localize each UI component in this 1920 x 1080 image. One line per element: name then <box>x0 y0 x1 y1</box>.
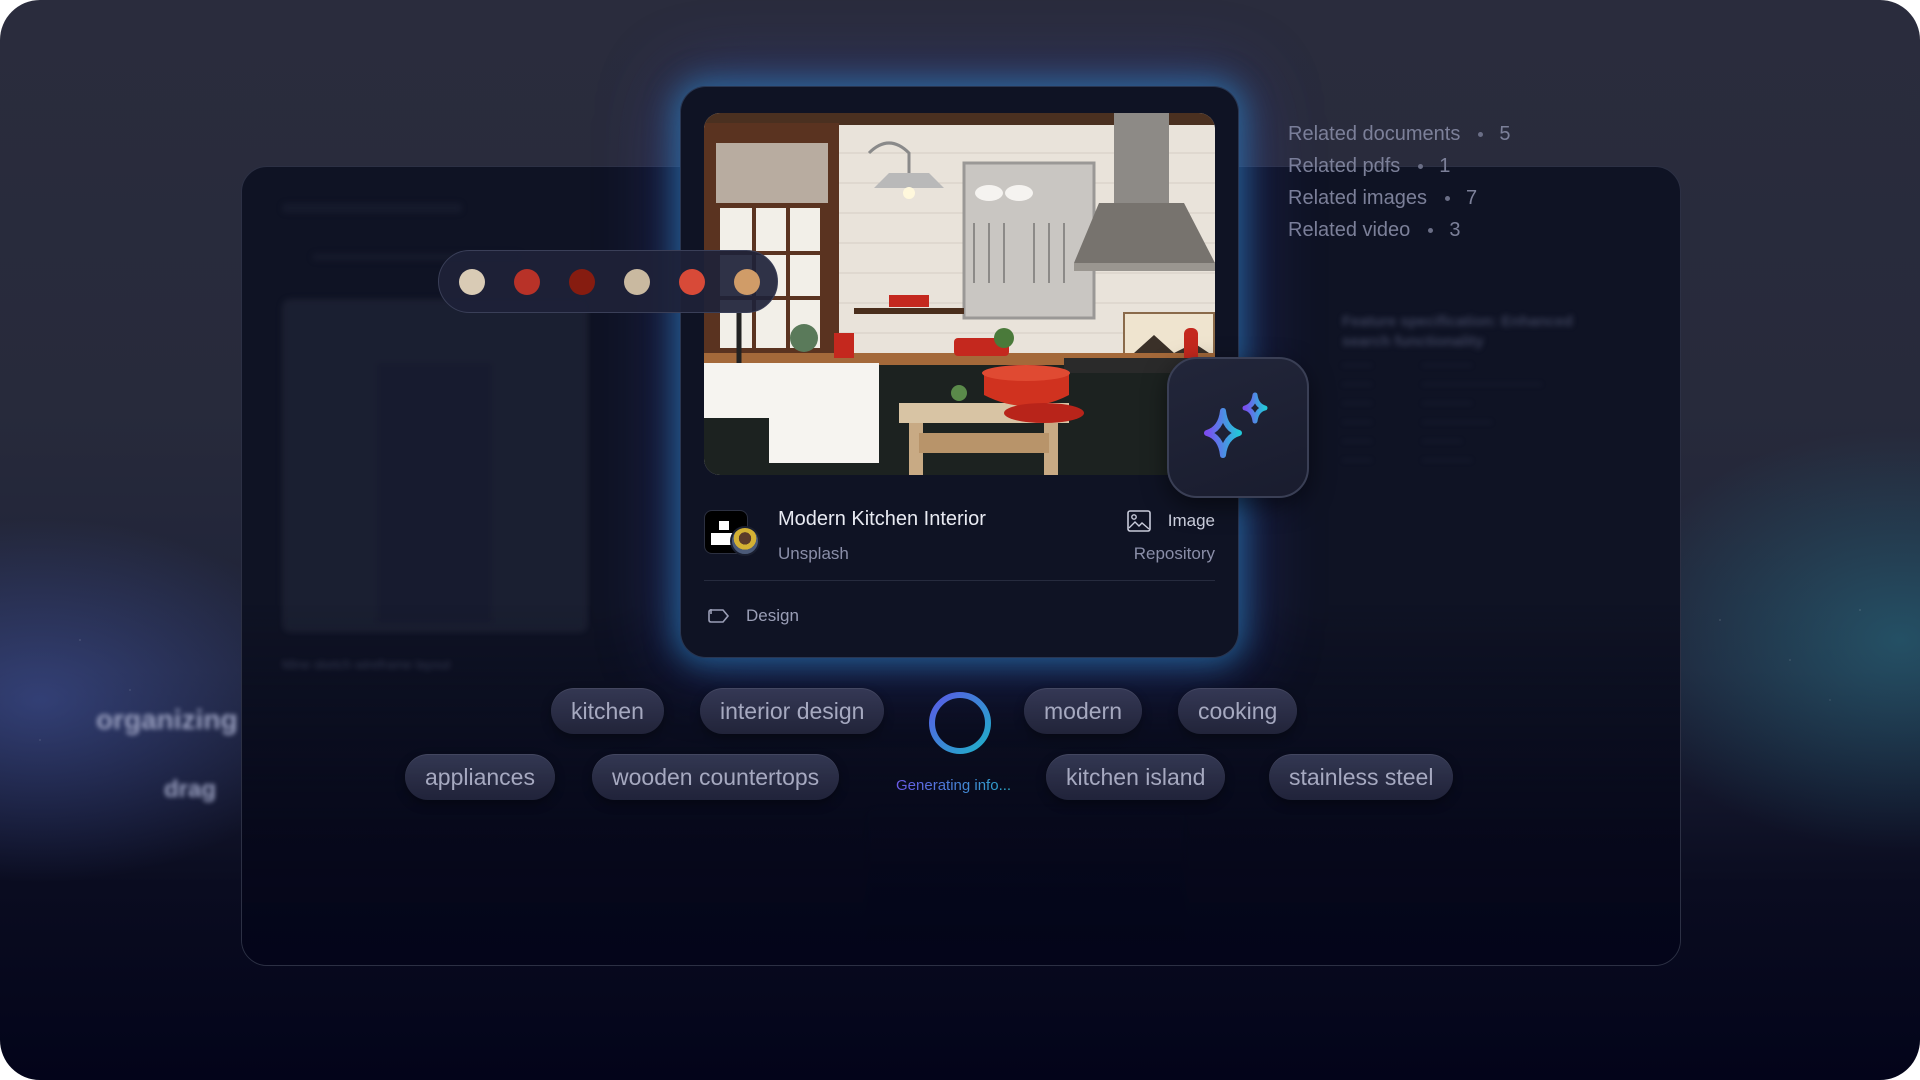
avatar[interactable] <box>730 526 760 556</box>
background-title-placeholder <box>282 203 462 213</box>
generating-status: Generating info... <box>896 777 1012 794</box>
related-count: 5 <box>1499 122 1511 145</box>
divider <box>704 580 1215 581</box>
color-swatch[interactable] <box>514 268 540 295</box>
color-swatch[interactable] <box>569 268 595 295</box>
color-swatch[interactable] <box>679 268 705 295</box>
separator-dot <box>1444 195 1450 201</box>
related-images-item[interactable]: Related images 7 <box>1288 182 1510 214</box>
related-items-list: Related documents 5 Related pdfs 1 Relat… <box>1288 118 1510 246</box>
tag-chip[interactable]: stainless steel <box>1269 754 1454 800</box>
asset-repository: Repository <box>1133 544 1215 563</box>
related-documents-item[interactable]: Related documents 5 <box>1288 118 1510 150</box>
asset-category[interactable]: Design <box>708 606 799 626</box>
related-video-item[interactable]: Related video 3 <box>1288 214 1510 246</box>
asset-card[interactable]: Modern Kitchen Interior Unsplash Image R… <box>680 86 1239 658</box>
color-swatch[interactable] <box>734 268 760 295</box>
asset-source[interactable]: Unsplash <box>778 544 849 564</box>
asset-meta: Modern Kitchen Interior Unsplash Image R… <box>704 500 1215 563</box>
background-panel-row: ——— ———————————— <box>1342 379 1542 390</box>
asset-image[interactable] <box>704 113 1215 475</box>
color-swatch[interactable] <box>459 268 485 295</box>
related-pdfs-item[interactable]: Related pdfs 1 <box>1288 150 1510 182</box>
loading-spinner <box>927 690 993 756</box>
tag-chip[interactable]: modern <box>1024 688 1142 734</box>
color-palette <box>438 250 778 313</box>
asset-title: Modern Kitchen Interior <box>778 508 986 530</box>
related-label: Related images <box>1288 186 1427 209</box>
related-label: Related video <box>1288 218 1411 241</box>
tag-chip[interactable]: cooking <box>1178 688 1298 734</box>
color-swatch[interactable] <box>624 268 650 295</box>
blurred-background-word: organizing <box>96 704 238 735</box>
asset-type: Image <box>1167 511 1215 530</box>
tag-chip[interactable]: appliances <box>405 754 555 800</box>
related-count: 1 <box>1439 154 1451 177</box>
image-icon <box>1127 510 1151 532</box>
separator-dot <box>1478 131 1484 137</box>
tag-chip[interactable]: kitchen <box>551 688 664 734</box>
folder-tag-icon <box>708 609 730 623</box>
app-frame: organizing drag Mine sketch wireframe la… <box>0 0 1920 1080</box>
background-panel-row: ——— ————— <box>1342 360 1472 371</box>
category-label: Design <box>746 606 799 625</box>
separator-dot <box>1418 163 1424 169</box>
background-image-thumbnail <box>282 299 588 633</box>
tag-chip[interactable]: interior design <box>700 688 885 734</box>
background-panel-heading: Feature specification: Enhanced search f… <box>1342 313 1573 350</box>
related-count: 3 <box>1449 218 1461 241</box>
related-count: 7 <box>1465 186 1478 209</box>
background-detail-panel: Feature specification: Enhanced search f… <box>1342 312 1602 466</box>
kitchen-photo <box>704 113 1215 475</box>
related-label: Related documents <box>1288 122 1461 145</box>
separator-dot <box>1428 227 1434 233</box>
tag-chip[interactable]: wooden countertops <box>592 754 840 800</box>
related-label: Related pdfs <box>1288 154 1401 177</box>
sparkles-icon <box>1204 392 1268 458</box>
logo-shape <box>719 521 729 530</box>
background-panel-row: ——— ——————— <box>1342 417 1492 428</box>
background-panel-row: ——— ————— <box>1342 398 1472 409</box>
background-panel-row: ——— ————— <box>1342 455 1472 466</box>
blurred-background-word: drag <box>164 776 217 803</box>
background-panel-row: ——— ———— <box>1342 436 1462 447</box>
tag-chip[interactable]: kitchen island <box>1046 754 1226 800</box>
spinner-ring-icon <box>929 692 991 754</box>
ai-generate-button[interactable] <box>1167 357 1309 498</box>
